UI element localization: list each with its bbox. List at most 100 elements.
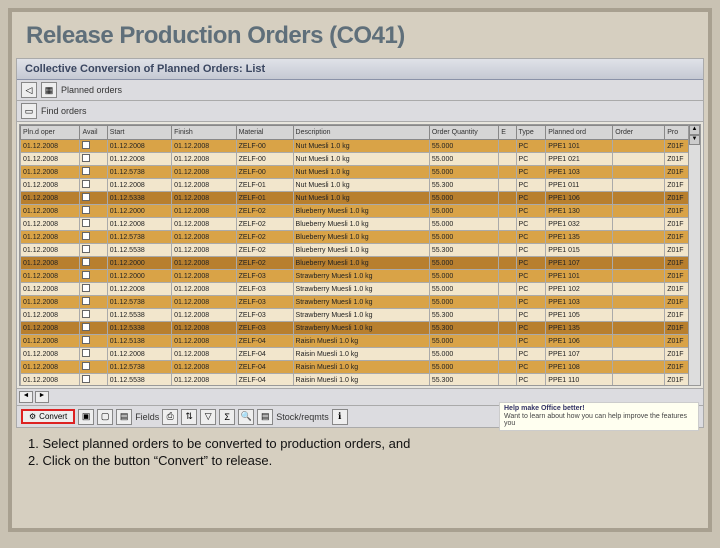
row-checkbox[interactable] bbox=[82, 375, 90, 383]
cell: PPE1 135 bbox=[546, 322, 613, 335]
nav-right-icon[interactable]: ► bbox=[35, 391, 49, 403]
fields-icon[interactable]: ▤ bbox=[116, 409, 132, 425]
print-icon[interactable]: ⎙ bbox=[162, 409, 178, 425]
table-row[interactable]: 01.12.200801.12.533801.12.2008ZELF-03Str… bbox=[21, 322, 700, 335]
cell: PPE1 105 bbox=[546, 309, 613, 322]
bottom-toolbar: ⚙ Convert ▣ ▢ ▤ Fields ⎙ ⇅ ▽ Σ 🔍 ▤ Stock… bbox=[17, 405, 703, 427]
scroll-down-icon[interactable]: ▼ bbox=[689, 135, 700, 145]
cell: Blueberry Muesli 1.0 kg bbox=[293, 257, 429, 270]
cell: ZELF-02 bbox=[236, 257, 293, 270]
row-checkbox[interactable] bbox=[82, 141, 90, 149]
table-row[interactable]: 01.12.200801.12.573801.12.2008ZELF-04Rai… bbox=[21, 361, 700, 374]
table-row[interactable]: 01.12.200801.12.553801.12.2008ZELF-02Blu… bbox=[21, 244, 700, 257]
row-checkbox[interactable] bbox=[82, 180, 90, 188]
filter-icon[interactable]: ▽ bbox=[200, 409, 216, 425]
col-header[interactable]: Start bbox=[107, 126, 171, 140]
row-checkbox[interactable] bbox=[82, 284, 90, 292]
fields-label[interactable]: Fields bbox=[135, 412, 159, 422]
col-header[interactable]: Order bbox=[613, 126, 665, 140]
row-checkbox[interactable] bbox=[82, 154, 90, 162]
row-checkbox[interactable] bbox=[82, 206, 90, 214]
doc-icon[interactable]: ▭ bbox=[21, 103, 37, 119]
cell: 01.12.5538 bbox=[107, 244, 171, 257]
info-icon[interactable]: ℹ bbox=[332, 409, 348, 425]
table-row[interactable]: 01.12.200801.12.533801.12.2008ZELF-01Nut… bbox=[21, 192, 700, 205]
help-title: Help make Office better! bbox=[504, 405, 694, 413]
convert-button[interactable]: ⚙ Convert bbox=[21, 409, 75, 424]
cell bbox=[613, 309, 665, 322]
cell: PC bbox=[516, 192, 546, 205]
row-checkbox[interactable] bbox=[82, 297, 90, 305]
col-header[interactable]: Avail bbox=[80, 126, 107, 140]
table-row[interactable]: 01.12.200801.12.200801.12.2008ZELF-00Nut… bbox=[21, 153, 700, 166]
cell: 55.300 bbox=[429, 179, 498, 192]
table-row[interactable]: 01.12.200801.12.200801.12.2008ZELF-04Rai… bbox=[21, 348, 700, 361]
cell: 01.12.2008 bbox=[107, 153, 171, 166]
sum-icon[interactable]: Σ bbox=[219, 409, 235, 425]
table-row[interactable]: 01.12.200801.12.513801.12.2008ZELF-04Rai… bbox=[21, 335, 700, 348]
row-checkbox[interactable] bbox=[82, 362, 90, 370]
cell: PPE1 102 bbox=[546, 283, 613, 296]
scroll-up-icon[interactable]: ▲ bbox=[689, 125, 700, 135]
cell: Raisin Muesli 1.0 kg bbox=[293, 374, 429, 387]
cell: Strawberry Muesli 1.0 kg bbox=[293, 283, 429, 296]
table-row[interactable]: 01.12.200801.12.200801.12.2008ZELF-00Nut… bbox=[21, 140, 700, 153]
table-row[interactable]: 01.12.200801.12.553801.12.2008ZELF-04Rai… bbox=[21, 374, 700, 387]
row-checkbox[interactable] bbox=[82, 219, 90, 227]
col-header[interactable]: Type bbox=[516, 126, 546, 140]
row-checkbox[interactable] bbox=[82, 323, 90, 331]
col-header[interactable]: Order Quantity bbox=[429, 126, 498, 140]
cell: 01.12.2008 bbox=[21, 231, 80, 244]
grid-icon[interactable]: ▦ bbox=[41, 82, 57, 98]
table-row[interactable]: 01.12.200801.12.200801.12.2008ZELF-02Blu… bbox=[21, 218, 700, 231]
cell bbox=[613, 205, 665, 218]
table-row[interactable]: 01.12.200801.12.573801.12.2008ZELF-02Blu… bbox=[21, 231, 700, 244]
search-icon[interactable]: 🔍 bbox=[238, 409, 254, 425]
table-row[interactable]: 01.12.200801.12.573801.12.2008ZELF-03Str… bbox=[21, 296, 700, 309]
col-header[interactable]: Planned ord bbox=[546, 126, 613, 140]
row-checkbox[interactable] bbox=[82, 167, 90, 175]
row-checkbox[interactable] bbox=[82, 193, 90, 201]
col-header[interactable]: Description bbox=[293, 126, 429, 140]
cell: PPE1 110 bbox=[546, 374, 613, 387]
cell bbox=[613, 166, 665, 179]
cell: 55.000 bbox=[429, 205, 498, 218]
deselect-icon[interactable]: ▢ bbox=[97, 409, 113, 425]
table-row[interactable]: 01.12.200801.12.553801.12.2008ZELF-03Str… bbox=[21, 309, 700, 322]
col-header[interactable]: Pln.d oper bbox=[21, 126, 80, 140]
table-row[interactable]: 01.12.200801.12.200001.12.2008ZELF-03Str… bbox=[21, 270, 700, 283]
row-checkbox[interactable] bbox=[82, 310, 90, 318]
table-row[interactable]: 01.12.200801.12.200801.12.2008ZELF-01Nut… bbox=[21, 179, 700, 192]
col-header[interactable]: Material bbox=[236, 126, 293, 140]
vertical-scrollbar[interactable]: ▲ ▼ bbox=[688, 125, 700, 385]
cell: 01.12.2008 bbox=[172, 361, 236, 374]
cell bbox=[80, 283, 107, 296]
cell bbox=[499, 283, 516, 296]
table-row[interactable]: 01.12.200801.12.200801.12.2008ZELF-03Str… bbox=[21, 283, 700, 296]
select-all-icon[interactable]: ▣ bbox=[78, 409, 94, 425]
cell bbox=[613, 322, 665, 335]
table-row[interactable]: 01.12.200801.12.200001.12.2008ZELF-02Blu… bbox=[21, 205, 700, 218]
row-checkbox[interactable] bbox=[82, 336, 90, 344]
row-checkbox[interactable] bbox=[82, 271, 90, 279]
cell: 01.12.2000 bbox=[107, 270, 171, 283]
sort-icon[interactable]: ⇅ bbox=[181, 409, 197, 425]
cell: PPE1 106 bbox=[546, 335, 613, 348]
stock-icon[interactable]: ▤ bbox=[257, 409, 273, 425]
cell: 01.12.2008 bbox=[172, 218, 236, 231]
nav-left-icon[interactable]: ◄ bbox=[19, 391, 33, 403]
cell bbox=[613, 218, 665, 231]
row-checkbox[interactable] bbox=[82, 258, 90, 266]
table-row[interactable]: 01.12.200801.12.573801.12.2008ZELF-00Nut… bbox=[21, 166, 700, 179]
cell: PPE1 103 bbox=[546, 166, 613, 179]
stock-label[interactable]: Stock/reqmts bbox=[276, 412, 329, 422]
col-header[interactable]: E bbox=[499, 126, 516, 140]
back-icon[interactable]: ◁ bbox=[21, 82, 37, 98]
row-checkbox[interactable] bbox=[82, 245, 90, 253]
cell: 01.12.2008 bbox=[21, 205, 80, 218]
cell: Nut Muesli 1.0 kg bbox=[293, 166, 429, 179]
col-header[interactable]: Finish bbox=[172, 126, 236, 140]
row-checkbox[interactable] bbox=[82, 349, 90, 357]
row-checkbox[interactable] bbox=[82, 232, 90, 240]
table-row[interactable]: 01.12.200801.12.200001.12.2008ZELF-02Blu… bbox=[21, 257, 700, 270]
